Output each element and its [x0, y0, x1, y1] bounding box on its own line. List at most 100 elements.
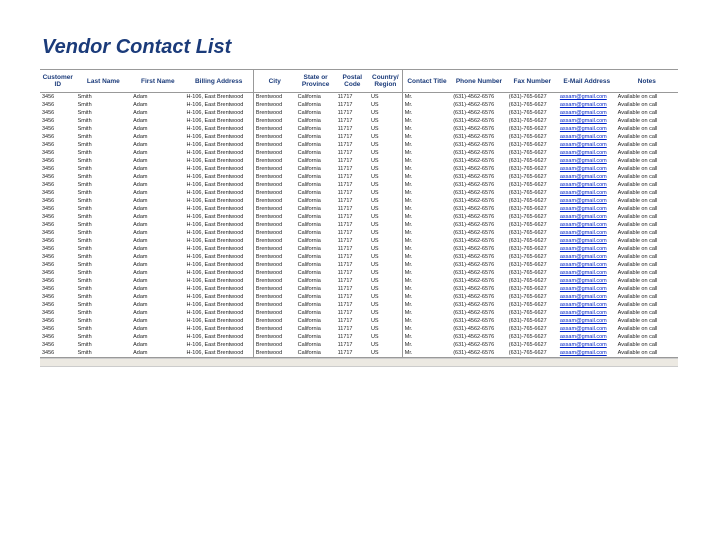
cell-contact_title: Mr.	[402, 261, 451, 269]
cell-state: California	[296, 117, 336, 125]
cell-email[interactable]: assam@gmail.com	[558, 93, 616, 102]
cell-state: California	[296, 109, 336, 117]
cell-phone: (631)-4562-6576	[451, 149, 507, 157]
cell-city: Brentwood	[253, 285, 295, 293]
cell-email[interactable]: assam@gmail.com	[558, 341, 616, 349]
cell-city: Brentwood	[253, 293, 295, 301]
cell-customer_id: 3456	[40, 205, 76, 213]
cell-country: US	[369, 309, 402, 317]
cell-state: California	[296, 133, 336, 141]
cell-state: California	[296, 213, 336, 221]
cell-customer_id: 3456	[40, 197, 76, 205]
cell-customer_id: 3456	[40, 221, 76, 229]
cell-email[interactable]: assam@gmail.com	[558, 157, 616, 165]
col-header-city: City	[253, 70, 295, 93]
cell-country: US	[369, 285, 402, 293]
vendor-contact-sheet: Vendor Contact List Customer IDLast Name…	[40, 30, 678, 367]
cell-fax: (631)-765-6627	[507, 149, 558, 157]
cell-postal: 11717	[336, 285, 369, 293]
cell-first_name: Adam	[131, 157, 184, 165]
cell-email[interactable]: assam@gmail.com	[558, 125, 616, 133]
cell-email[interactable]: assam@gmail.com	[558, 133, 616, 141]
cell-email[interactable]: assam@gmail.com	[558, 165, 616, 173]
cell-last_name: Smith	[76, 125, 132, 133]
cell-first_name: Adam	[131, 221, 184, 229]
cell-last_name: Smith	[76, 149, 132, 157]
cell-email[interactable]: assam@gmail.com	[558, 117, 616, 125]
cell-first_name: Adam	[131, 141, 184, 149]
col-header-state: State or Province	[296, 70, 336, 93]
cell-customer_id: 3456	[40, 125, 76, 133]
cell-email[interactable]: assam@gmail.com	[558, 205, 616, 213]
col-header-fax: Fax Number	[507, 70, 558, 93]
cell-contact_title: Mr.	[402, 253, 451, 261]
cell-email[interactable]: assam@gmail.com	[558, 293, 616, 301]
cell-customer_id: 3456	[40, 253, 76, 261]
cell-first_name: Adam	[131, 149, 184, 157]
cell-email[interactable]: assam@gmail.com	[558, 317, 616, 325]
cell-email[interactable]: assam@gmail.com	[558, 213, 616, 221]
cell-email[interactable]: assam@gmail.com	[558, 101, 616, 109]
cell-last_name: Smith	[76, 117, 132, 125]
cell-email[interactable]: assam@gmail.com	[558, 141, 616, 149]
cell-last_name: Smith	[76, 325, 132, 333]
cell-notes: Available on call	[616, 229, 678, 237]
cell-email[interactable]: assam@gmail.com	[558, 149, 616, 157]
cell-city: Brentwood	[253, 237, 295, 245]
cell-billing_address: H-106, East Brentwood	[184, 285, 253, 293]
footer-band	[40, 358, 678, 366]
table-row: 3456SmithAdamH-106, East BrentwoodBrentw…	[40, 157, 678, 165]
cell-email[interactable]: assam@gmail.com	[558, 269, 616, 277]
cell-email[interactable]: assam@gmail.com	[558, 301, 616, 309]
cell-email[interactable]: assam@gmail.com	[558, 181, 616, 189]
cell-state: California	[296, 237, 336, 245]
cell-city: Brentwood	[253, 341, 295, 349]
cell-email[interactable]: assam@gmail.com	[558, 309, 616, 317]
cell-email[interactable]: assam@gmail.com	[558, 333, 616, 341]
cell-fax: (631)-765-6627	[507, 205, 558, 213]
cell-email[interactable]: assam@gmail.com	[558, 109, 616, 117]
cell-contact_title: Mr.	[402, 165, 451, 173]
cell-email[interactable]: assam@gmail.com	[558, 261, 616, 269]
cell-email[interactable]: assam@gmail.com	[558, 221, 616, 229]
col-header-notes: Notes	[616, 70, 678, 93]
cell-notes: Available on call	[616, 157, 678, 165]
cell-email[interactable]: assam@gmail.com	[558, 325, 616, 333]
cell-notes: Available on call	[616, 253, 678, 261]
cell-last_name: Smith	[76, 301, 132, 309]
cell-country: US	[369, 349, 402, 358]
cell-billing_address: H-106, East Brentwood	[184, 341, 253, 349]
col-header-last_name: Last Name	[76, 70, 132, 93]
cell-email[interactable]: assam@gmail.com	[558, 237, 616, 245]
cell-email[interactable]: assam@gmail.com	[558, 229, 616, 237]
cell-notes: Available on call	[616, 101, 678, 109]
cell-notes: Available on call	[616, 205, 678, 213]
cell-postal: 11717	[336, 309, 369, 317]
cell-contact_title: Mr.	[402, 205, 451, 213]
cell-phone: (631)-4562-6576	[451, 125, 507, 133]
cell-email[interactable]: assam@gmail.com	[558, 349, 616, 358]
cell-customer_id: 3456	[40, 141, 76, 149]
cell-email[interactable]: assam@gmail.com	[558, 197, 616, 205]
cell-phone: (631)-4562-6576	[451, 109, 507, 117]
cell-email[interactable]: assam@gmail.com	[558, 173, 616, 181]
cell-state: California	[296, 149, 336, 157]
cell-email[interactable]: assam@gmail.com	[558, 253, 616, 261]
cell-email[interactable]: assam@gmail.com	[558, 245, 616, 253]
cell-email[interactable]: assam@gmail.com	[558, 285, 616, 293]
cell-phone: (631)-4562-6576	[451, 245, 507, 253]
cell-country: US	[369, 293, 402, 301]
cell-email[interactable]: assam@gmail.com	[558, 189, 616, 197]
cell-last_name: Smith	[76, 133, 132, 141]
table-row: 3456SmithAdamH-106, East BrentwoodBrentw…	[40, 349, 678, 358]
cell-postal: 11717	[336, 197, 369, 205]
cell-email[interactable]: assam@gmail.com	[558, 277, 616, 285]
cell-first_name: Adam	[131, 173, 184, 181]
cell-contact_title: Mr.	[402, 101, 451, 109]
cell-phone: (631)-4562-6576	[451, 261, 507, 269]
cell-customer_id: 3456	[40, 325, 76, 333]
cell-contact_title: Mr.	[402, 309, 451, 317]
cell-country: US	[369, 197, 402, 205]
cell-fax: (631)-765-6627	[507, 101, 558, 109]
table-row: 3456SmithAdamH-106, East BrentwoodBrentw…	[40, 277, 678, 285]
